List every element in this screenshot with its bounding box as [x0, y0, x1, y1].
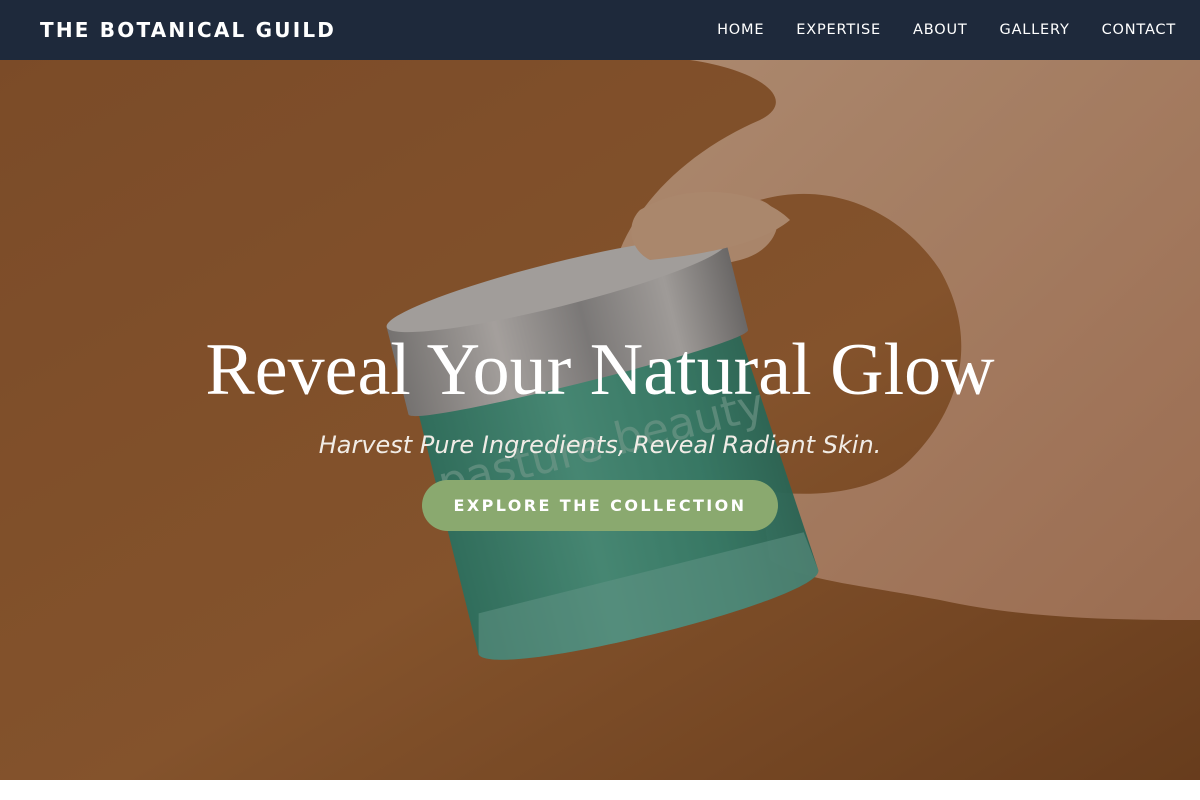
hero-title: Reveal Your Natural Glow	[205, 329, 995, 411]
hero-content: Reveal Your Natural Glow Harvest Pure In…	[0, 328, 1200, 531]
page-bottom-strip	[0, 780, 1200, 800]
nav-expertise[interactable]: EXPERTISE	[796, 22, 881, 38]
nav-gallery[interactable]: GALLERY	[1000, 22, 1070, 38]
hero-section: pasture beauty Reveal Your Natural Glow …	[0, 60, 1200, 780]
nav-contact[interactable]: CONTACT	[1102, 22, 1176, 38]
nav-about[interactable]: ABOUT	[913, 22, 968, 38]
explore-collection-button[interactable]: EXPLORE THE COLLECTION	[422, 480, 778, 531]
nav-home[interactable]: HOME	[717, 22, 764, 38]
main-nav: HOME EXPERTISE ABOUT GALLERY CONTACT	[685, 22, 1176, 38]
hero-subtitle: Harvest Pure Ingredients, Reveal Radiant…	[318, 431, 882, 459]
brand-logo[interactable]: THE BOTANICAL GUILD	[40, 18, 336, 42]
top-navbar: THE BOTANICAL GUILD HOME EXPERTISE ABOUT…	[0, 0, 1200, 60]
